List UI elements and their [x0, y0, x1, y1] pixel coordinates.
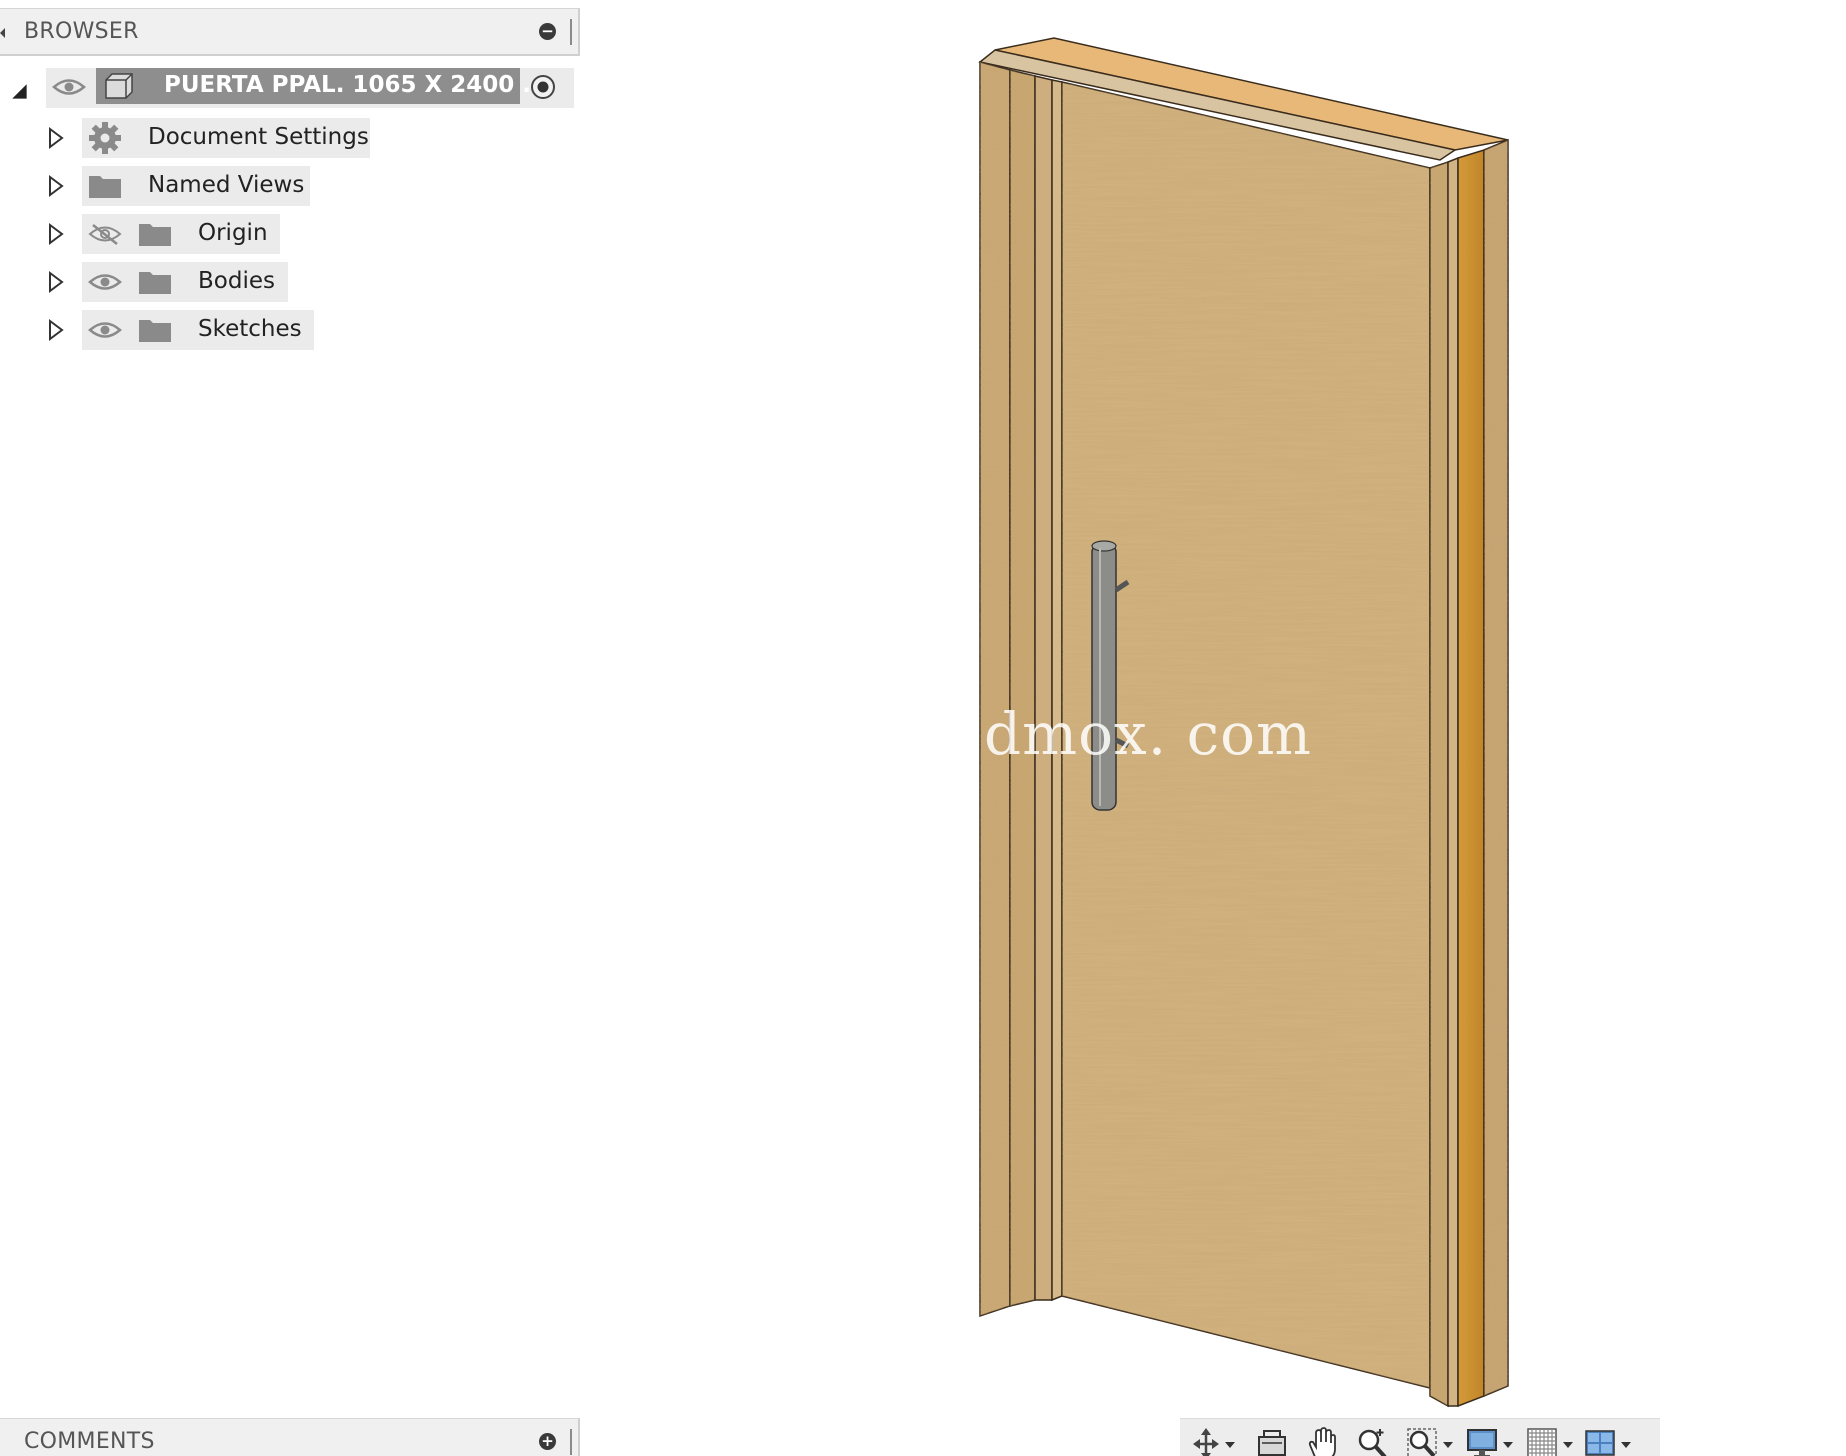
grid-settings-icon[interactable]	[1526, 1427, 1558, 1456]
orbit-icon[interactable]	[1190, 1427, 1222, 1456]
viewport-canvas[interactable]	[0, 0, 1846, 1456]
pan-icon[interactable]	[1306, 1427, 1338, 1456]
app-window: BROWSER − PUERTA PPAL. 1065 X 2400 ... D…	[0, 0, 1846, 1456]
viewports-icon[interactable]	[1584, 1427, 1616, 1456]
chevron-down-icon[interactable]	[1502, 1441, 1514, 1449]
comments-title: COMMENTS	[24, 1429, 155, 1454]
chevron-down-icon[interactable]	[1562, 1441, 1574, 1449]
chevron-down-icon[interactable]	[1620, 1441, 1632, 1449]
zoom-icon[interactable]	[1356, 1427, 1388, 1456]
chevron-down-icon[interactable]	[1442, 1441, 1454, 1449]
watermark-text: dmox. com	[984, 700, 1313, 768]
display-settings-icon[interactable]	[1466, 1427, 1498, 1456]
panel-resize-grip[interactable]	[570, 1429, 572, 1455]
look-at-icon[interactable]	[1256, 1427, 1288, 1456]
fit-icon[interactable]	[1406, 1427, 1438, 1456]
comments-panel-header[interactable]: COMMENTS +	[0, 1418, 580, 1456]
chevron-down-icon[interactable]	[1224, 1441, 1236, 1449]
navigation-toolbar	[1180, 1418, 1660, 1456]
expand-panel-icon[interactable]: +	[539, 1433, 556, 1450]
